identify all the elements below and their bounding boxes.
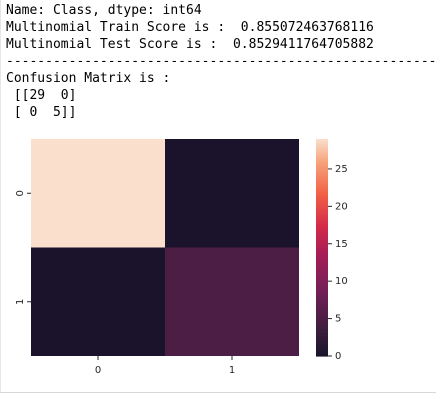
heatmap-cell <box>31 247 165 356</box>
colorbar-tick-label: 15 <box>335 239 348 250</box>
colorbar-tick-label: 5 <box>335 314 341 325</box>
heatmap-cell <box>165 247 299 356</box>
x-tick-label: 0 <box>95 365 101 376</box>
output-area-edge <box>0 0 1 392</box>
y-tick-label: 0 <box>15 190 26 196</box>
colorbar-tick-label: 20 <box>335 201 348 212</box>
x-tick-label: 1 <box>229 365 235 376</box>
cell-divider <box>0 392 436 393</box>
y-tick-label: 1 <box>15 299 26 305</box>
colorbar-tick-label: 25 <box>335 164 348 175</box>
heatmap-cell <box>31 139 165 248</box>
colorbar-segment <box>316 354 328 357</box>
confusion-matrix-heatmap: 0 1010510152025 <box>15 139 348 376</box>
colorbar-tick-label: 10 <box>335 276 348 287</box>
colorbar-tick-label: 0 <box>335 351 341 362</box>
heatmap-cell <box>165 139 299 248</box>
